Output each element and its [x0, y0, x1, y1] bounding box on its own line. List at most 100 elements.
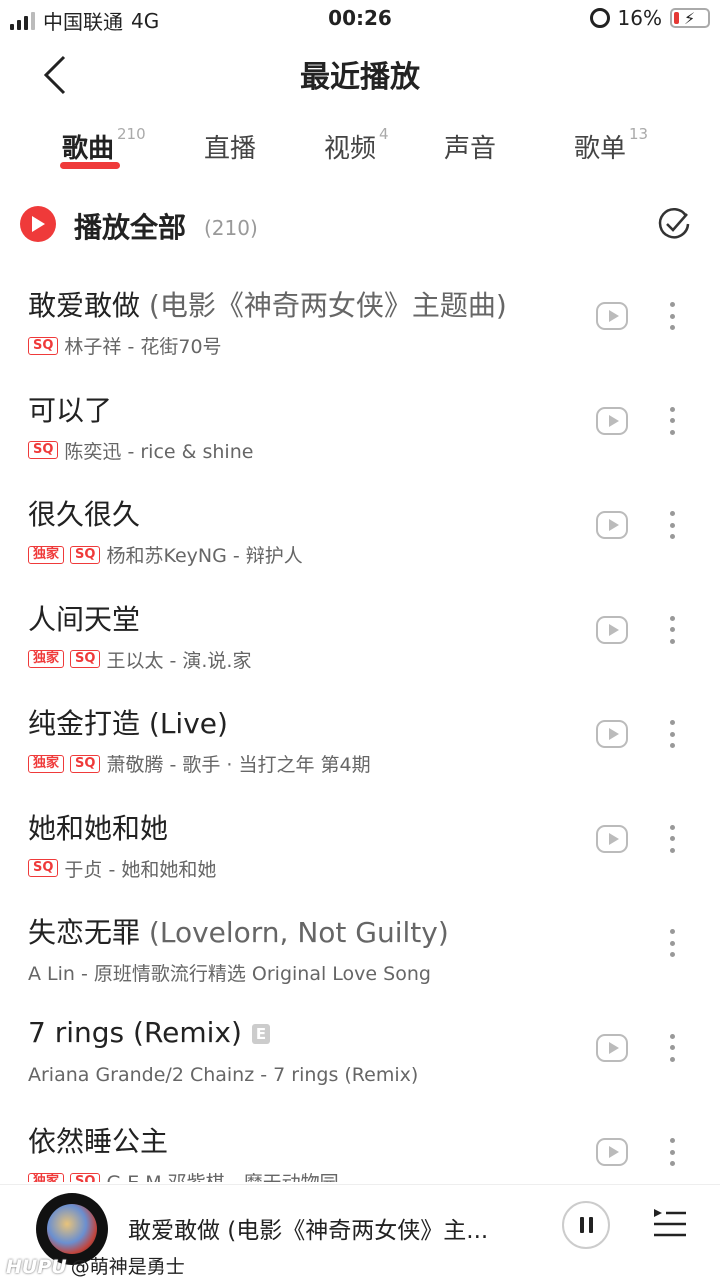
pause-button[interactable] [562, 1201, 610, 1249]
tab-playlists[interactable]: 歌单 13 [574, 125, 649, 165]
sq-badge: SQ [28, 859, 59, 877]
tab-label: 歌曲 [62, 134, 115, 164]
song-row[interactable]: 人间天堂独家 SQ 王以太 - 演.说.家 [0, 576, 720, 680]
song-title-main: 可以了 [28, 393, 113, 427]
mv-play-icon[interactable] [596, 1033, 628, 1062]
song-title-main: 敢爱敢做 [28, 289, 141, 322]
more-options-icon[interactable] [662, 718, 682, 750]
sq-badge: SQ [70, 1172, 101, 1182]
multiselect-button[interactable] [656, 206, 692, 242]
play-all-row[interactable]: 播放全部 (210) [0, 200, 720, 250]
battery-percent: 16% [617, 6, 662, 30]
song-row[interactable]: 依然睡公主独家 SQ G.E.M.邓紫棋 - 摩天动物园 [0, 1098, 720, 1182]
playlist-button[interactable] [652, 1207, 688, 1241]
more-options-icon[interactable] [662, 1032, 682, 1064]
song-title: 依然睡公主 [28, 1120, 168, 1160]
tab-label: 视频 [324, 134, 377, 164]
playlist-icon [654, 1209, 686, 1237]
now-playing-title[interactable]: 敢爱敢做 (电影《神奇两女侠》主... [128, 1211, 488, 1245]
song-subtitle-row: A Lin - 原班情歌流行精选 Original Love Song [28, 959, 431, 986]
tab-videos[interactable]: 视频 4 [324, 125, 389, 165]
alarm-icon [589, 8, 610, 28]
song-artist-album: 陈奕迅 - rice & shine [64, 440, 254, 463]
active-tab-indicator [60, 162, 120, 169]
exclusive-badge: 独家 [28, 754, 65, 773]
mv-play-icon[interactable] [596, 615, 628, 644]
mv-play-icon[interactable] [596, 720, 628, 748]
tab-count: 210 [117, 125, 146, 144]
exclusive-badge: 独家 [28, 545, 65, 564]
song-title: 可以了 [28, 389, 112, 429]
page-title: 最近播放 [300, 60, 420, 95]
tab-live[interactable]: 直播 [204, 128, 256, 165]
tab-audio[interactable]: 声音 [444, 128, 496, 165]
song-artist-album: 于贞 - 她和她和她 [64, 858, 217, 881]
song-title: 失恋无罪 (Lovelorn, Not Guilty) [28, 911, 449, 951]
song-row[interactable]: 失恋无罪 (Lovelorn, Not Guilty) A Lin - 原班情歌流… [0, 889, 720, 993]
more-options-icon[interactable] [662, 300, 682, 332]
song-title: 人间天堂 [28, 598, 140, 638]
song-row[interactable]: 可以了 SQ 陈奕迅 - rice & shine [0, 367, 720, 471]
song-subtitle-row: 独家 SQ 王以太 - 演.说.家 [28, 646, 251, 673]
tab-count: 13 [629, 125, 649, 144]
song-list: 敢爱敢做 (电影《神奇两女侠》主题曲) SQ 林子祥 - 花街70号 可以了 SQ 陈奕迅… [0, 262, 720, 1182]
mv-play-icon[interactable] [596, 1138, 628, 1166]
song-title-main: 人间天堂 [28, 602, 141, 636]
song-title: 纯金打造 (Live) [28, 702, 228, 742]
song-artist-album: A Lin - 原班情歌流行精选 Original Love Song [28, 963, 431, 985]
battery-icon: ⚡ [670, 8, 710, 28]
song-title: 她和她和她 [28, 807, 168, 847]
song-row[interactable]: 7 rings (Remix) E Ariana Grande/2 Chainz -… [0, 994, 720, 1098]
exclusive-badge: 独家 [28, 1172, 65, 1182]
more-options-icon[interactable] [662, 823, 682, 855]
watermark-text: @萌神是勇士 [70, 1256, 185, 1278]
mv-play-icon[interactable] [596, 406, 628, 435]
sq-badge: SQ [70, 545, 101, 564]
song-subtitle-row: SQ 于贞 - 她和她和她 [28, 855, 216, 882]
more-options-icon[interactable] [662, 614, 682, 646]
play-all-label[interactable]: 播放全部 [74, 206, 186, 246]
tab-label: 歌单 [574, 134, 627, 164]
song-row[interactable]: 敢爱敢做 (电影《神奇两女侠》主题曲) SQ 林子祥 - 花街70号 [0, 262, 720, 366]
mv-play-icon[interactable] [596, 511, 628, 539]
song-title-suffix: (Lovelorn, Not Guilty) [140, 916, 449, 949]
song-subtitle-row: SQ 陈奕迅 - rice & shine [28, 437, 253, 464]
song-title: 7 rings (Remix) E [28, 1015, 271, 1049]
more-options-icon[interactable] [662, 509, 682, 541]
song-title-main: 很久很久 [28, 498, 141, 531]
song-row[interactable]: 很久很久独家 SQ 杨和苏KeyNG - 辩护人 [0, 471, 720, 575]
tab-bar: 歌曲 210 直播 视频 4 声音 歌单 13 [0, 120, 720, 180]
song-title: 敢爱敢做 (电影《神奇两女侠》主题曲) [28, 284, 507, 324]
sq-badge: SQ [28, 336, 59, 355]
back-button[interactable] [30, 50, 80, 100]
watermark-brand: HUPU [6, 1256, 67, 1278]
song-title-main: 失恋无罪 [28, 916, 141, 949]
mv-play-icon[interactable] [596, 302, 628, 330]
song-artist-album: 林子祥 - 花街70号 [64, 336, 222, 358]
song-artist-album: 杨和苏KeyNG - 辩护人 [106, 545, 303, 567]
song-subtitle-row: 独家 SQ 萧敬腾 - 歌手 · 当打之年 第4期 [28, 750, 371, 777]
more-options-icon[interactable] [662, 927, 682, 959]
explicit-badge: E [251, 1023, 271, 1044]
song-title-main: 她和她和她 [28, 811, 169, 845]
song-artist-album: 萧敬腾 - 歌手 · 当打之年 第4期 [106, 754, 371, 776]
tab-count: 4 [379, 125, 389, 144]
check-circle-icon [658, 208, 690, 239]
tab-label: 直播 [204, 134, 257, 164]
exclusive-badge: 独家 [28, 650, 65, 668]
chevron-left-icon [43, 55, 66, 95]
song-artist-album: 王以太 - 演.说.家 [106, 649, 252, 672]
sq-badge: SQ [70, 650, 101, 668]
mv-play-icon[interactable] [596, 824, 628, 853]
song-row[interactable]: 纯金打造 (Live) 独家 SQ 萧敬腾 - 歌手 · 当打之年 第4期 [0, 680, 720, 784]
watermark: HUPU @萌神是勇士 [6, 1252, 185, 1279]
tab-songs[interactable]: 歌曲 210 [62, 125, 146, 165]
song-row[interactable]: 她和她和她 SQ 于贞 - 她和她和她 [0, 785, 720, 889]
header: 最近播放 [0, 40, 720, 110]
sq-badge: SQ [70, 754, 101, 773]
more-options-icon[interactable] [662, 405, 682, 437]
song-title-main: 7 rings (Remix) [28, 1015, 242, 1049]
song-title-main: 纯金打造 (Live) [28, 707, 228, 740]
more-options-icon[interactable] [662, 1136, 682, 1168]
play-circle-icon[interactable] [20, 206, 56, 242]
